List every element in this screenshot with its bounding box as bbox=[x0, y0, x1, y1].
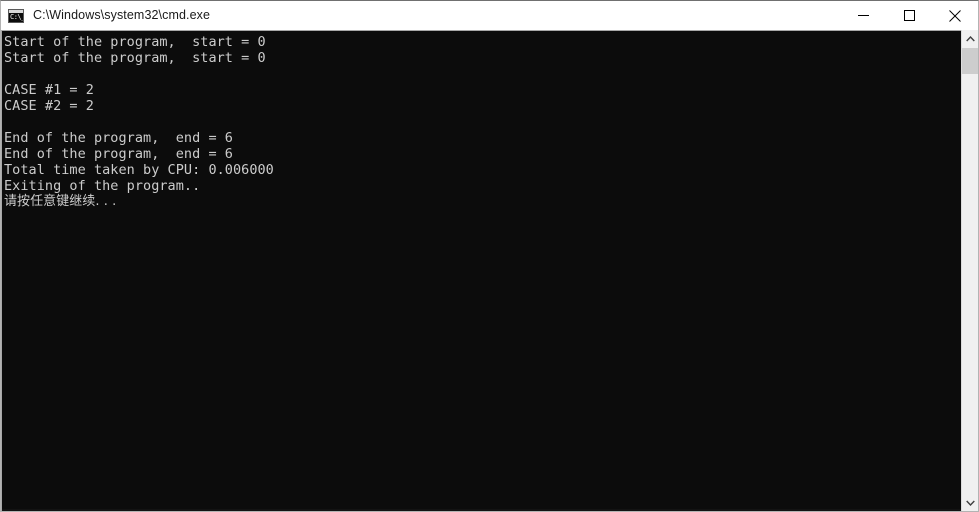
console-output-area[interactable]: Start of the program, start = 0 Start of … bbox=[1, 30, 978, 511]
minimize-button[interactable] bbox=[840, 1, 886, 30]
maximize-icon bbox=[903, 10, 915, 21]
maximize-button[interactable] bbox=[886, 1, 932, 30]
chevron-down-icon bbox=[965, 500, 975, 506]
console-line: CASE #2 = 2 bbox=[4, 98, 94, 114]
close-button[interactable] bbox=[932, 1, 978, 30]
cmd-icon-prompt-text: C:\_ bbox=[10, 12, 24, 21]
console-line: CASE #1 = 2 bbox=[4, 82, 94, 98]
scrollbar-up-button[interactable] bbox=[962, 30, 978, 47]
console-line: Start of the program, start = 0 bbox=[4, 34, 266, 50]
scrollbar-thumb[interactable] bbox=[962, 48, 978, 74]
console-line: 请按任意键继续. . . bbox=[4, 194, 117, 209]
console-bottom-clipped-row bbox=[2, 509, 978, 511]
console-line: Start of the program, start = 0 bbox=[4, 50, 266, 66]
minimize-icon bbox=[857, 15, 869, 16]
cmd-window: C:\_ C:\Windows\system32\cmd.exe Start o… bbox=[0, 0, 979, 512]
title-bar[interactable]: C:\_ C:\Windows\system32\cmd.exe bbox=[1, 1, 978, 30]
console-line: End of the program, end = 6 bbox=[4, 130, 233, 146]
window-title: C:\Windows\system32\cmd.exe bbox=[33, 8, 211, 22]
console-line: Exiting of the program.. bbox=[4, 178, 201, 194]
scrollbar-track[interactable] bbox=[962, 47, 978, 494]
window-controls bbox=[840, 1, 978, 30]
cmd-console-icon: C:\_ bbox=[8, 8, 24, 23]
chevron-up-icon bbox=[965, 35, 975, 41]
console-text-block: Start of the program, start = 0 Start of … bbox=[4, 34, 274, 210]
scrollbar-down-button[interactable] bbox=[962, 494, 978, 511]
console-line: Total time taken by CPU: 0.006000 bbox=[4, 162, 274, 178]
close-icon bbox=[949, 9, 961, 22]
vertical-scrollbar[interactable] bbox=[961, 30, 978, 511]
console-line: End of the program, end = 6 bbox=[4, 146, 233, 162]
